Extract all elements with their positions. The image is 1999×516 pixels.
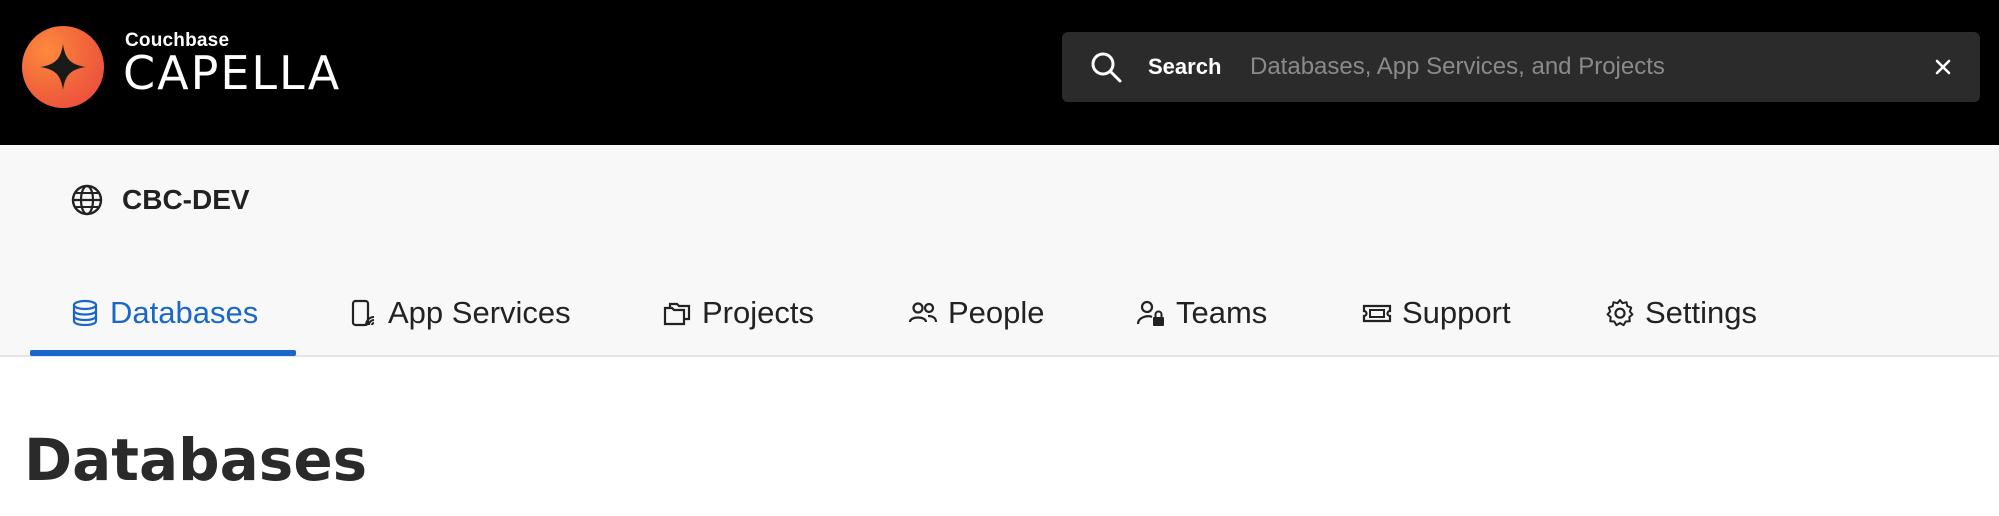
tab-support[interactable]: Support xyxy=(1362,283,1511,343)
tab-label: Settings xyxy=(1645,295,1758,330)
organization-name: CBC-DEV xyxy=(122,184,250,215)
tab-label: Projects xyxy=(702,295,814,330)
page-title: Databases xyxy=(24,426,368,494)
sparkle-icon xyxy=(40,44,86,90)
brand-product: CAPELLA xyxy=(123,46,342,100)
tab-databases[interactable]: Databases xyxy=(70,283,258,343)
tab-app-services[interactable]: App Services xyxy=(348,283,571,343)
search-label: Search xyxy=(1148,54,1222,79)
tab-label: Teams xyxy=(1176,295,1268,330)
mobile-device-icon xyxy=(351,299,375,327)
top-navigation-bar: Couchbase CAPELLA Search xyxy=(0,0,1999,145)
capella-logo[interactable] xyxy=(22,26,104,108)
close-icon[interactable] xyxy=(1932,56,1954,78)
ticket-icon xyxy=(1362,304,1392,323)
organization-header: CBC-DEV Databases App Services Projects xyxy=(0,145,1999,357)
globe-icon xyxy=(71,184,103,216)
tab-settings[interactable]: Settings xyxy=(1605,283,1757,343)
tab-label: Databases xyxy=(110,295,259,330)
global-search: Search xyxy=(1062,32,1980,102)
active-tab-indicator xyxy=(30,350,296,356)
organization-selector[interactable]: CBC-DEV xyxy=(70,183,250,217)
gear-icon xyxy=(1606,299,1634,327)
tab-teams[interactable]: Teams xyxy=(1136,283,1267,343)
tab-projects[interactable]: Projects xyxy=(662,283,814,343)
tab-label: App Services xyxy=(388,295,571,330)
tab-label: Support xyxy=(1402,295,1511,330)
folders-icon xyxy=(663,302,691,326)
database-icon xyxy=(72,299,98,327)
user-lock-icon xyxy=(1136,300,1164,326)
people-icon xyxy=(908,302,938,323)
tab-label: People xyxy=(948,295,1045,330)
search-icon[interactable] xyxy=(1090,51,1122,83)
tab-people[interactable]: People xyxy=(908,283,1045,343)
search-input[interactable] xyxy=(1250,46,1870,88)
